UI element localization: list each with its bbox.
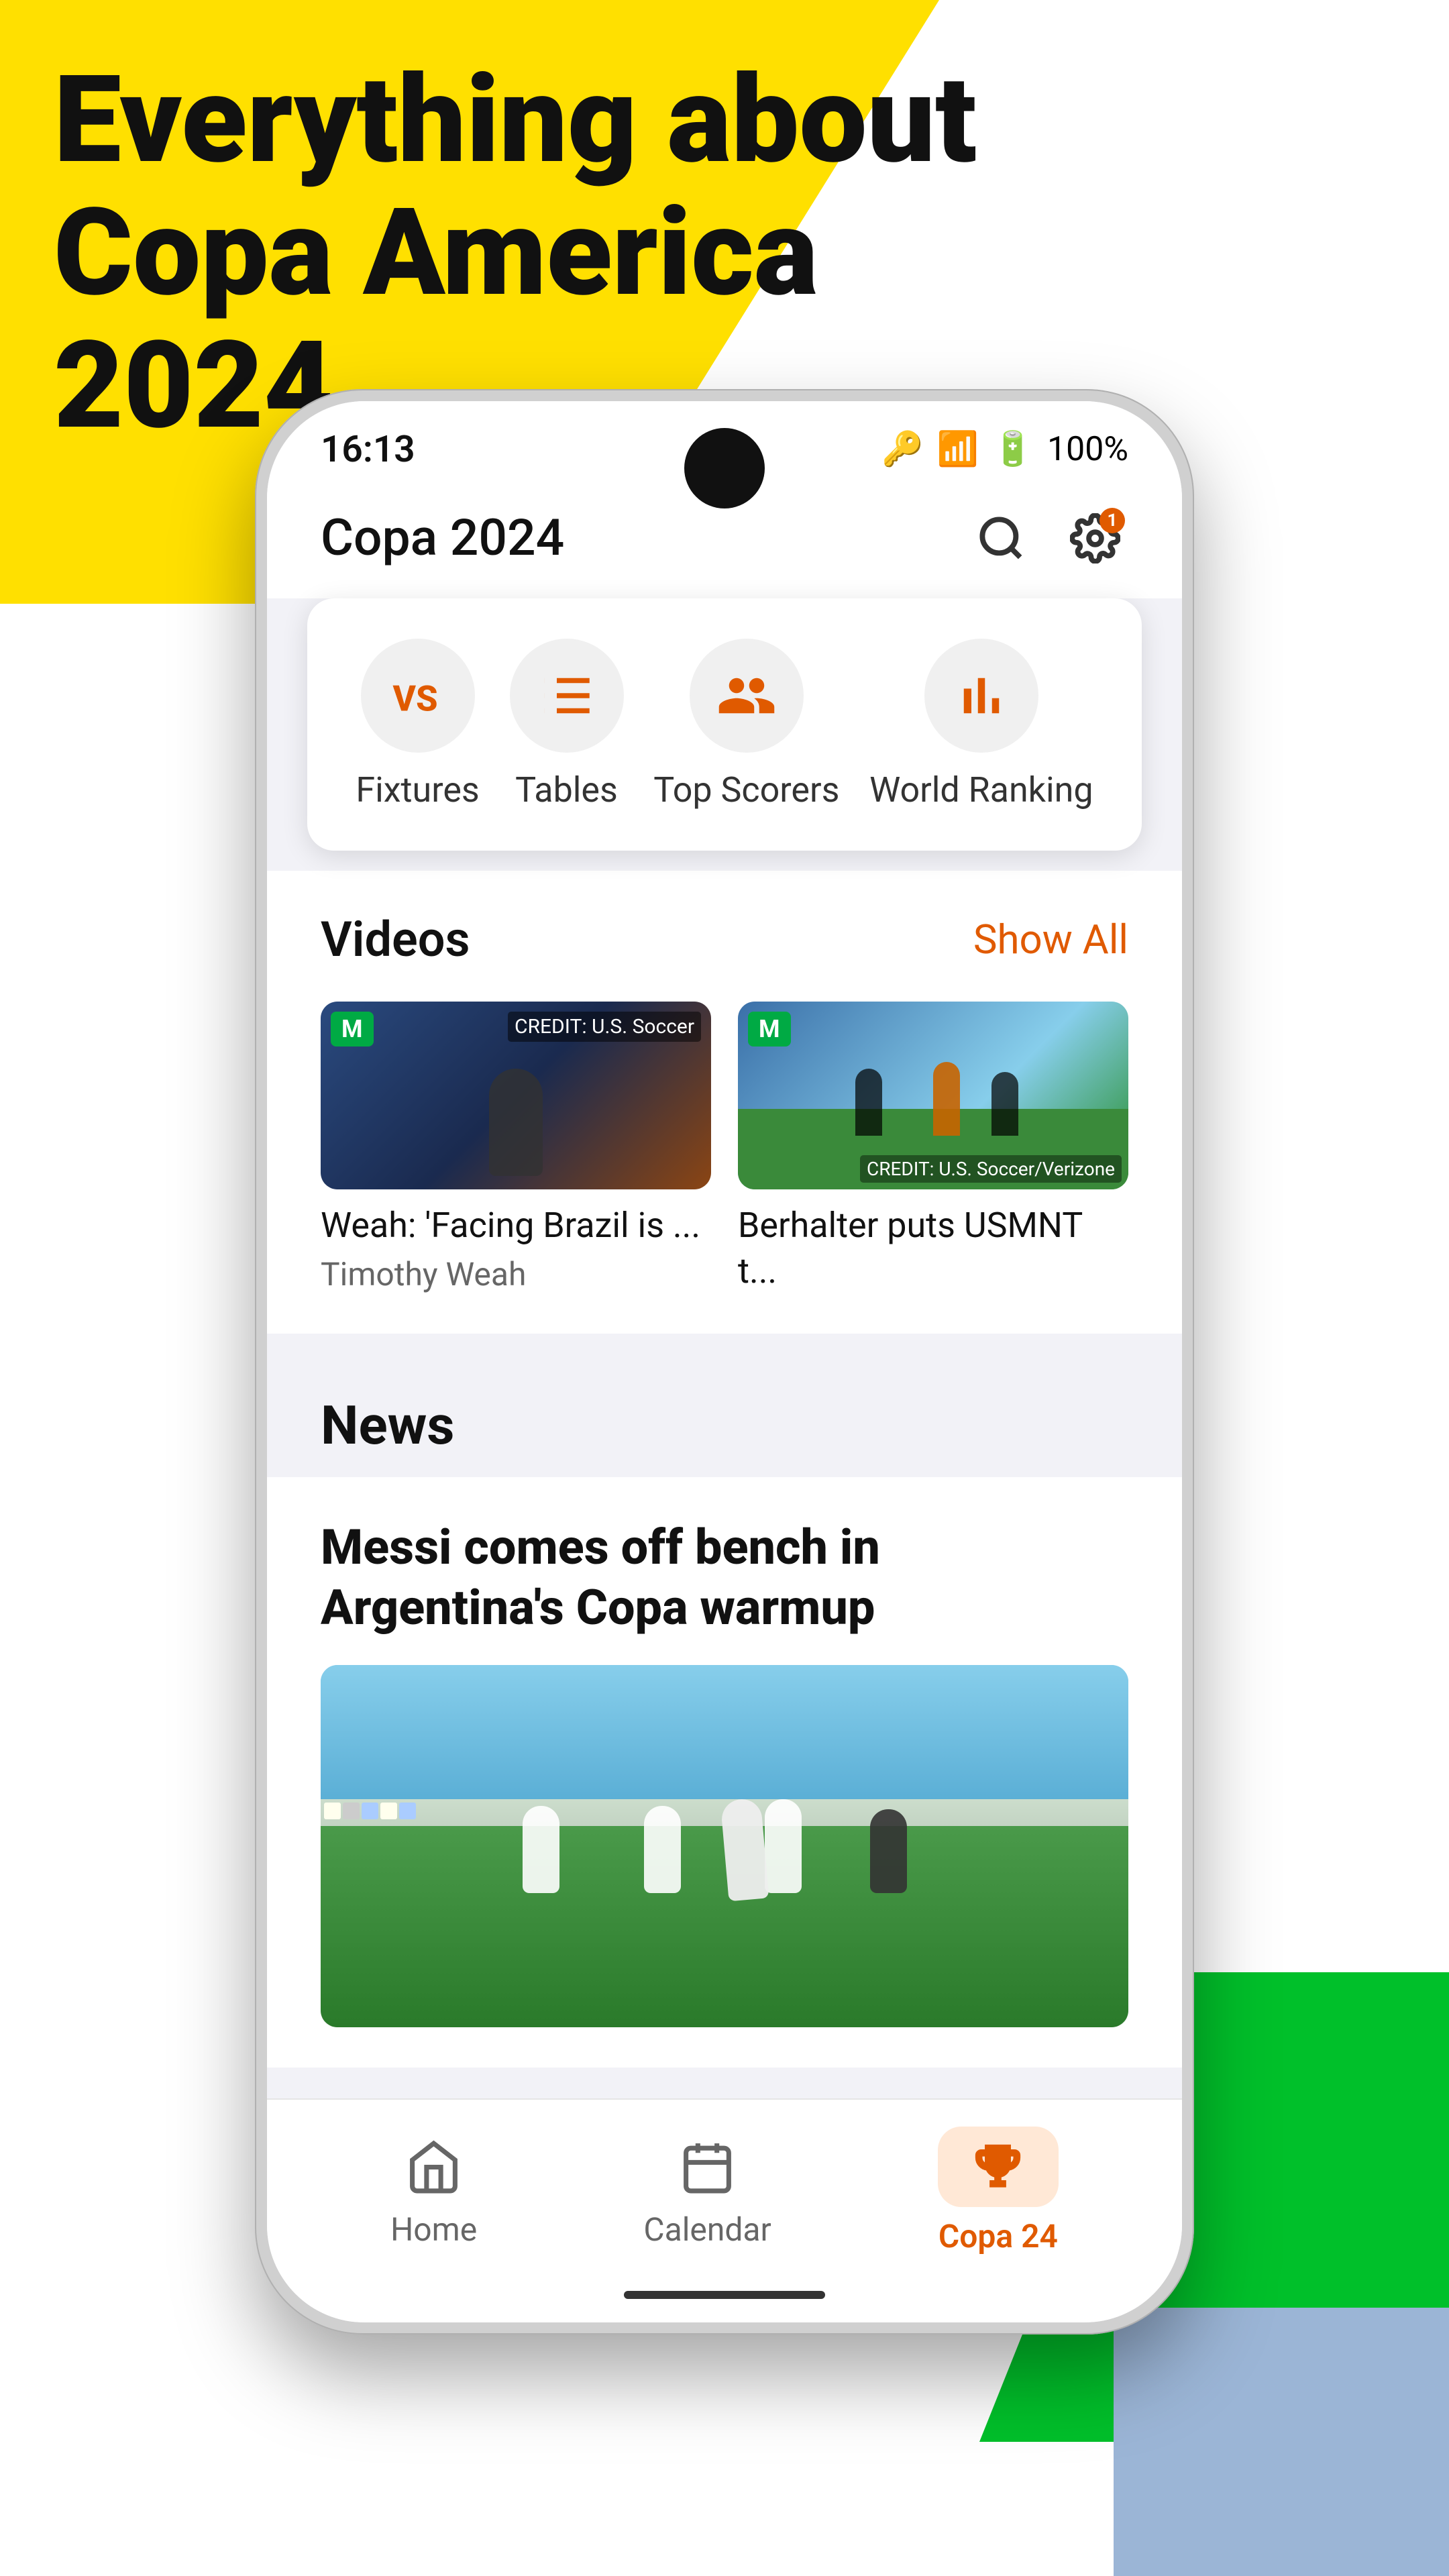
videos-section: Videos Show All M CREDIT: U.S. Soccer We…	[267, 871, 1182, 1334]
news-headline: Messi comes off bench in Argentina's Cop…	[321, 1517, 1128, 1638]
tables-icon-circle	[510, 639, 624, 753]
camera-notch	[684, 428, 765, 508]
nav-item-fixtures[interactable]: VS Fixtures	[356, 639, 479, 810]
app-title: Copa 2024	[321, 508, 564, 568]
settings-button[interactable]: 1	[1061, 504, 1128, 572]
status-time: 16:13	[321, 428, 415, 471]
news-header: News	[267, 1360, 1182, 1477]
battery-percent: 100%	[1047, 430, 1128, 469]
scorers-icon	[716, 665, 777, 726]
video-badge-1: M	[331, 1012, 374, 1046]
news-card[interactable]: Messi comes off bench in Argentina's Cop…	[267, 1477, 1182, 2068]
nav-card: VS Fixtures	[307, 598, 1142, 851]
nav-item-top-scorers[interactable]: Top Scorers	[653, 639, 839, 810]
home-indicator	[624, 2291, 825, 2299]
scorers-icon-circle	[690, 639, 804, 753]
copa24-label: Copa 24	[938, 2217, 1058, 2255]
nav-home[interactable]: Home	[390, 2133, 477, 2249]
notification-badge: 1	[1099, 508, 1125, 533]
nav-copa24[interactable]: Copa 24	[938, 2127, 1059, 2255]
video-card-1[interactable]: M CREDIT: U.S. Soccer Weah: 'Facing Braz…	[321, 1002, 711, 1300]
videos-section-title: Videos	[321, 911, 470, 968]
calendar-label: Calendar	[643, 2210, 771, 2249]
ranking-icon	[951, 665, 1012, 726]
video-badge-2: M	[748, 1012, 791, 1046]
phone-mockup: 16:13 🔑 📶 🔋 100% Copa 2024	[255, 389, 1194, 2334]
videos-section-header: Videos Show All	[267, 871, 1182, 988]
home-label: Home	[390, 2210, 477, 2249]
fixtures-icon-circle: VS	[361, 639, 475, 753]
key-icon: 🔑	[881, 430, 923, 469]
bottom-nav: Home Calendar	[267, 2098, 1182, 2322]
nav-item-world-ranking[interactable]: World Ranking	[869, 639, 1093, 810]
nav-item-tables[interactable]: Tables	[510, 639, 624, 810]
video-thumb-2: M CREDIT: U.S. Soccer/Verizone	[738, 1002, 1128, 1189]
videos-row: M CREDIT: U.S. Soccer Weah: 'Facing Braz…	[267, 988, 1182, 1334]
ranking-label: World Ranking	[869, 769, 1093, 810]
calendar-icon	[674, 2133, 741, 2200]
fixtures-label: Fixtures	[356, 769, 479, 810]
news-section-title: News	[321, 1394, 455, 1457]
tables-icon	[537, 665, 597, 726]
status-icons: 🔑 📶 🔋 100%	[881, 430, 1128, 469]
credit-text: CREDIT: U.S. Soccer/Verizone	[860, 1155, 1122, 1183]
header-icons: 1	[967, 504, 1128, 572]
video-title-1: Weah: 'Facing Brazil is ...	[321, 1203, 711, 1248]
show-all-button[interactable]: Show All	[973, 916, 1128, 963]
scorers-label: Top Scorers	[653, 769, 839, 810]
video-thumb-1: M CREDIT: U.S. Soccer	[321, 1002, 711, 1189]
battery-icon: 🔋	[992, 430, 1034, 469]
search-button[interactable]	[967, 504, 1034, 572]
video-subtitle-1: Timothy Weah	[321, 1255, 711, 1293]
vs-icon: VS	[388, 665, 448, 726]
wifi-icon: 📶	[937, 430, 979, 469]
video-title-2: Berhalter puts USMNT t...	[738, 1203, 1128, 1293]
home-icon	[400, 2133, 468, 2200]
tables-label: Tables	[515, 769, 618, 810]
svg-text:VS: VS	[392, 678, 437, 720]
video-card-2[interactable]: M CREDIT: U.S. Soccer/Verizone Berhalter…	[738, 1002, 1128, 1300]
news-section: News Messi comes off bench in Argentina'…	[267, 1360, 1182, 2068]
news-image	[321, 1665, 1128, 2027]
bg-blue-shape	[1114, 2308, 1449, 2576]
nav-calendar[interactable]: Calendar	[643, 2133, 771, 2249]
trophy-icon	[938, 2127, 1059, 2207]
ranking-icon-circle	[924, 639, 1038, 753]
